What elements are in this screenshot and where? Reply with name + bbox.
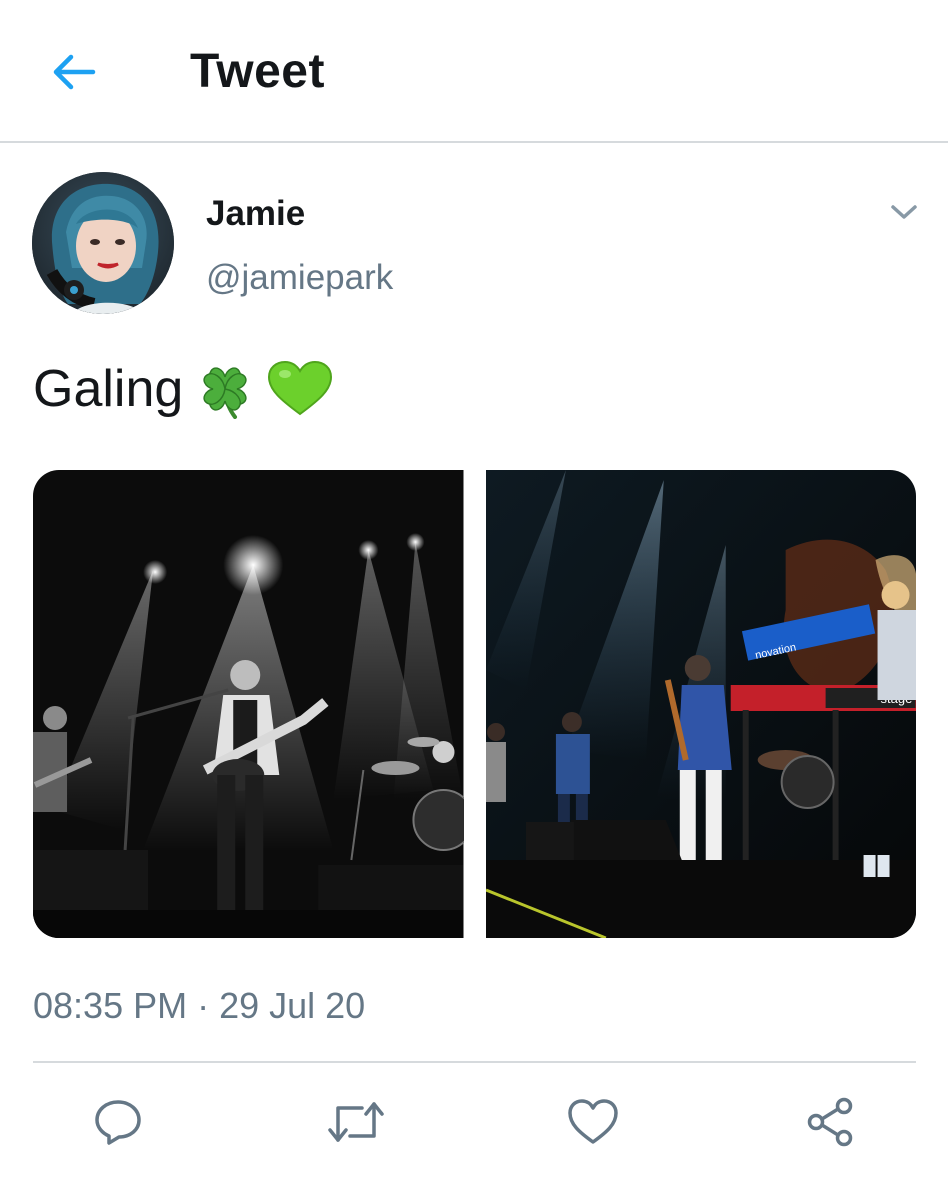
arrow-left-icon bbox=[53, 54, 96, 90]
page-title: Tweet bbox=[190, 45, 325, 98]
concert-photo-color[interactable]: novation stage bbox=[485, 470, 916, 938]
share-button[interactable] bbox=[800, 1090, 860, 1154]
retweet-icon bbox=[328, 1102, 384, 1142]
back-button[interactable] bbox=[46, 46, 102, 98]
reply-button[interactable] bbox=[88, 1090, 148, 1154]
reply-icon bbox=[95, 1100, 141, 1145]
tweet-text-content: Galing bbox=[33, 360, 184, 418]
retweet-button[interactable] bbox=[326, 1090, 386, 1154]
concert-photo-bw[interactable] bbox=[33, 470, 464, 938]
author-display-name[interactable]: Jamie bbox=[206, 192, 305, 236]
green-heart-emoji bbox=[267, 360, 333, 418]
tweet-media: novation stage bbox=[33, 470, 916, 938]
tweet-text: Galing bbox=[33, 356, 333, 422]
tweet-menu-button[interactable] bbox=[884, 196, 924, 228]
author-handle[interactable]: @jamiepark bbox=[206, 256, 393, 300]
tweet-actions-bar bbox=[0, 1090, 948, 1160]
share-icon bbox=[807, 1097, 853, 1147]
top-bar: Tweet bbox=[0, 0, 948, 143]
four-leaf-clover-emoji bbox=[197, 359, 253, 419]
avatar[interactable] bbox=[32, 172, 174, 314]
like-button[interactable] bbox=[563, 1090, 623, 1154]
chevron-down-icon bbox=[891, 205, 917, 219]
heart-icon bbox=[568, 1099, 618, 1144]
divider bbox=[33, 1061, 916, 1063]
tweet-timestamp[interactable]: 08:35 PM · 29 Jul 20 bbox=[33, 982, 365, 1030]
